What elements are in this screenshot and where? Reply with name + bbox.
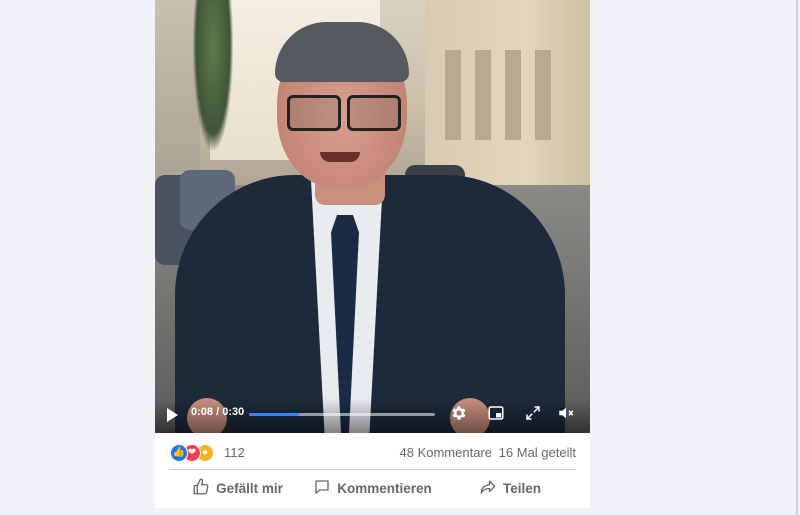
window-edge [796, 0, 798, 515]
play-icon[interactable] [167, 408, 178, 422]
video-frame-window [535, 50, 551, 140]
video-frame-person-glasses [283, 95, 401, 131]
post-card: 0:08 / 0:30 👍 ❤ ● 112 48 Kommentare 16 M… [155, 0, 590, 508]
video-frame-window [475, 50, 491, 140]
picture-in-picture-icon[interactable] [486, 404, 506, 424]
video-current-time: 0:08 [191, 406, 214, 418]
video-duration: 0:30 [222, 406, 245, 418]
share-button[interactable]: Teilen [455, 472, 565, 504]
settings-gear-icon[interactable] [449, 404, 469, 424]
video-frame-person-mouth [320, 152, 360, 162]
video-progress-fill [249, 413, 300, 416]
comments-count-link[interactable]: 48 Kommentare [400, 445, 493, 460]
thumbs-up-icon [192, 478, 210, 499]
glasses-lens [347, 95, 401, 131]
video-frame-window [445, 50, 461, 140]
comment-button-label: Kommentieren [337, 480, 432, 496]
like-icon: 👍 [170, 444, 188, 462]
shares-count-link[interactable]: 16 Mal geteilt [499, 445, 576, 460]
video-time: 0:08 / 0:30 [191, 406, 244, 418]
share-arrow-icon [479, 478, 497, 499]
comment-bubble-icon [313, 478, 331, 499]
reaction-count: 112 [224, 445, 245, 460]
video-player[interactable]: 0:08 / 0:30 [155, 0, 590, 433]
like-button-label: Gefällt mir [216, 480, 283, 496]
post-stats: 👍 ❤ ● 112 48 Kommentare 16 Mal geteilt [155, 437, 590, 465]
video-frame-tree [193, 0, 233, 150]
video-progress-bar[interactable] [249, 413, 435, 416]
post-actions: Gefällt mir Kommentieren Teilen [155, 472, 590, 506]
like-button[interactable]: Gefällt mir [175, 472, 300, 504]
glasses-lens [287, 95, 341, 131]
share-button-label: Teilen [502, 480, 541, 496]
mute-speaker-icon[interactable] [556, 404, 576, 424]
fullscreen-icon[interactable] [523, 404, 543, 424]
video-frame-person-hair [275, 22, 409, 82]
video-frame-window [505, 50, 521, 140]
comment-button[interactable]: Kommentieren [305, 472, 440, 504]
video-time-separator: / [216, 406, 220, 418]
stats-divider [169, 469, 576, 470]
